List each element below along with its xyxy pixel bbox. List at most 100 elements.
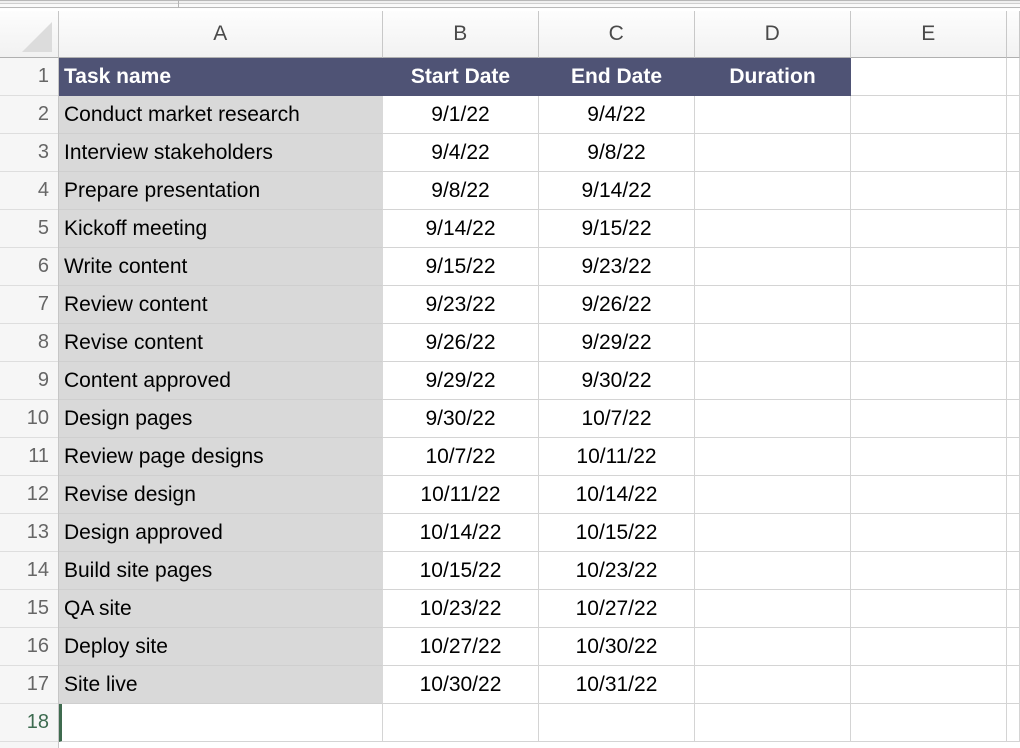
cell-task-name-row-5[interactable]: Kickoff meeting xyxy=(59,210,383,248)
cell-e-row-10[interactable] xyxy=(851,400,1007,438)
cell-duration-row-3[interactable] xyxy=(695,134,851,172)
cell-e-row-17[interactable] xyxy=(851,666,1007,704)
cell-duration-row-10[interactable] xyxy=(695,400,851,438)
cell-end-date-row-2[interactable]: 9/4/22 xyxy=(539,96,695,134)
cell-f-row-17[interactable] xyxy=(1007,666,1020,704)
cell-task-name-row-14[interactable]: Build site pages xyxy=(59,552,383,590)
cell-f18[interactable] xyxy=(1007,704,1020,742)
cell-f-row-2[interactable] xyxy=(1007,96,1020,134)
cell-f1[interactable] xyxy=(1007,58,1020,96)
cell-start-date-row-16[interactable]: 10/27/22 xyxy=(383,628,539,666)
row-header-3[interactable]: 3 xyxy=(0,134,58,172)
cell-f-row-14[interactable] xyxy=(1007,552,1020,590)
cell-start-date-row-17[interactable]: 10/30/22 xyxy=(383,666,539,704)
cell-end-date-row-12[interactable]: 10/14/22 xyxy=(539,476,695,514)
cell-e-row-4[interactable] xyxy=(851,172,1007,210)
row-header-4[interactable]: 4 xyxy=(0,172,58,210)
cell-f-row-16[interactable] xyxy=(1007,628,1020,666)
row-header-18[interactable]: 18 xyxy=(0,704,58,742)
column-header-a[interactable]: A xyxy=(59,11,383,58)
header-cell-start[interactable]: Start Date xyxy=(383,58,539,96)
cell-f-row-9[interactable] xyxy=(1007,362,1020,400)
cell-start-date-row-9[interactable]: 9/29/22 xyxy=(383,362,539,400)
column-header-b[interactable]: B xyxy=(383,11,539,58)
cell-duration-row-11[interactable] xyxy=(695,438,851,476)
cell-task-name-row-16[interactable]: Deploy site xyxy=(59,628,383,666)
cell-task-name-row-7[interactable]: Review content xyxy=(59,286,383,324)
cell-duration-row-5[interactable] xyxy=(695,210,851,248)
cell-f-row-5[interactable] xyxy=(1007,210,1020,248)
cell-start-date-row-11[interactable]: 10/7/22 xyxy=(383,438,539,476)
cell-start-date-row-6[interactable]: 9/15/22 xyxy=(383,248,539,286)
cell-end-date-row-16[interactable]: 10/30/22 xyxy=(539,628,695,666)
cell-f-row-7[interactable] xyxy=(1007,286,1020,324)
cell-task-name-row-17[interactable]: Site live xyxy=(59,666,383,704)
cell-duration-row-12[interactable] xyxy=(695,476,851,514)
cell-f-row-13[interactable] xyxy=(1007,514,1020,552)
cell-duration-row-17[interactable] xyxy=(695,666,851,704)
cell-e-row-5[interactable] xyxy=(851,210,1007,248)
column-header-f-partial[interactable] xyxy=(1007,11,1020,58)
cell-task-name-row-10[interactable]: Design pages xyxy=(59,400,383,438)
cell-task-name-row-12[interactable]: Revise design xyxy=(59,476,383,514)
cell-start-date-row-8[interactable]: 9/26/22 xyxy=(383,324,539,362)
cell-duration-row-9[interactable] xyxy=(695,362,851,400)
cell-e-row-3[interactable] xyxy=(851,134,1007,172)
cell-e1[interactable] xyxy=(851,58,1007,96)
cell-duration-row-7[interactable] xyxy=(695,286,851,324)
row-header-6[interactable]: 6 xyxy=(0,248,58,286)
cell-duration-row-4[interactable] xyxy=(695,172,851,210)
cell-start-date-row-7[interactable]: 9/23/22 xyxy=(383,286,539,324)
cell-f-row-8[interactable] xyxy=(1007,324,1020,362)
cell-start-date-row-13[interactable]: 10/14/22 xyxy=(383,514,539,552)
cell-duration-row-16[interactable] xyxy=(695,628,851,666)
cell-duration-row-6[interactable] xyxy=(695,248,851,286)
row-header-11[interactable]: 11 xyxy=(0,438,58,476)
cell-d18[interactable] xyxy=(695,704,851,742)
cell-duration-row-14[interactable] xyxy=(695,552,851,590)
cell-c18[interactable] xyxy=(539,704,695,742)
cell-end-date-row-14[interactable]: 10/23/22 xyxy=(539,552,695,590)
row-header-9[interactable]: 9 xyxy=(0,362,58,400)
cell-f-row-11[interactable] xyxy=(1007,438,1020,476)
column-header-d[interactable]: D xyxy=(695,11,851,58)
header-cell-duration[interactable]: Duration xyxy=(695,58,851,96)
cell-e-row-12[interactable] xyxy=(851,476,1007,514)
cell-start-date-row-10[interactable]: 9/30/22 xyxy=(383,400,539,438)
header-cell-end[interactable]: End Date xyxy=(539,58,695,96)
grid-canvas[interactable]: Task name Start Date End Date Duration Condu… xyxy=(59,58,1020,748)
cell-task-name-row-9[interactable]: Content approved xyxy=(59,362,383,400)
cell-start-date-row-14[interactable]: 10/15/22 xyxy=(383,552,539,590)
cell-end-date-row-9[interactable]: 9/30/22 xyxy=(539,362,695,400)
cell-end-date-row-5[interactable]: 9/15/22 xyxy=(539,210,695,248)
cell-e-row-6[interactable] xyxy=(851,248,1007,286)
cell-e-row-13[interactable] xyxy=(851,514,1007,552)
cell-start-date-row-12[interactable]: 10/11/22 xyxy=(383,476,539,514)
row-header-15[interactable]: 15 xyxy=(0,590,58,628)
cell-b18[interactable] xyxy=(383,704,539,742)
cell-end-date-row-10[interactable]: 10/7/22 xyxy=(539,400,695,438)
cell-start-date-row-4[interactable]: 9/8/22 xyxy=(383,172,539,210)
cell-start-date-row-5[interactable]: 9/14/22 xyxy=(383,210,539,248)
cell-task-name-row-11[interactable]: Review page designs xyxy=(59,438,383,476)
cell-f-row-10[interactable] xyxy=(1007,400,1020,438)
cell-start-date-row-2[interactable]: 9/1/22 xyxy=(383,96,539,134)
cell-end-date-row-4[interactable]: 9/14/22 xyxy=(539,172,695,210)
cell-e-row-16[interactable] xyxy=(851,628,1007,666)
cell-a18-active[interactable] xyxy=(59,704,383,742)
cell-start-date-row-15[interactable]: 10/23/22 xyxy=(383,590,539,628)
cell-duration-row-13[interactable] xyxy=(695,514,851,552)
row-header-13[interactable]: 13 xyxy=(0,514,58,552)
row-header-12[interactable]: 12 xyxy=(0,476,58,514)
cell-e-row-11[interactable] xyxy=(851,438,1007,476)
cell-duration-row-15[interactable] xyxy=(695,590,851,628)
cell-e18[interactable] xyxy=(851,704,1007,742)
cell-duration-row-8[interactable] xyxy=(695,324,851,362)
cell-end-date-row-6[interactable]: 9/23/22 xyxy=(539,248,695,286)
cell-f-row-3[interactable] xyxy=(1007,134,1020,172)
cell-task-name-row-2[interactable]: Conduct market research xyxy=(59,96,383,134)
cell-task-name-row-3[interactable]: Interview stakeholders xyxy=(59,134,383,172)
column-header-c[interactable]: C xyxy=(539,11,695,58)
row-header-7[interactable]: 7 xyxy=(0,286,58,324)
cell-e-row-7[interactable] xyxy=(851,286,1007,324)
